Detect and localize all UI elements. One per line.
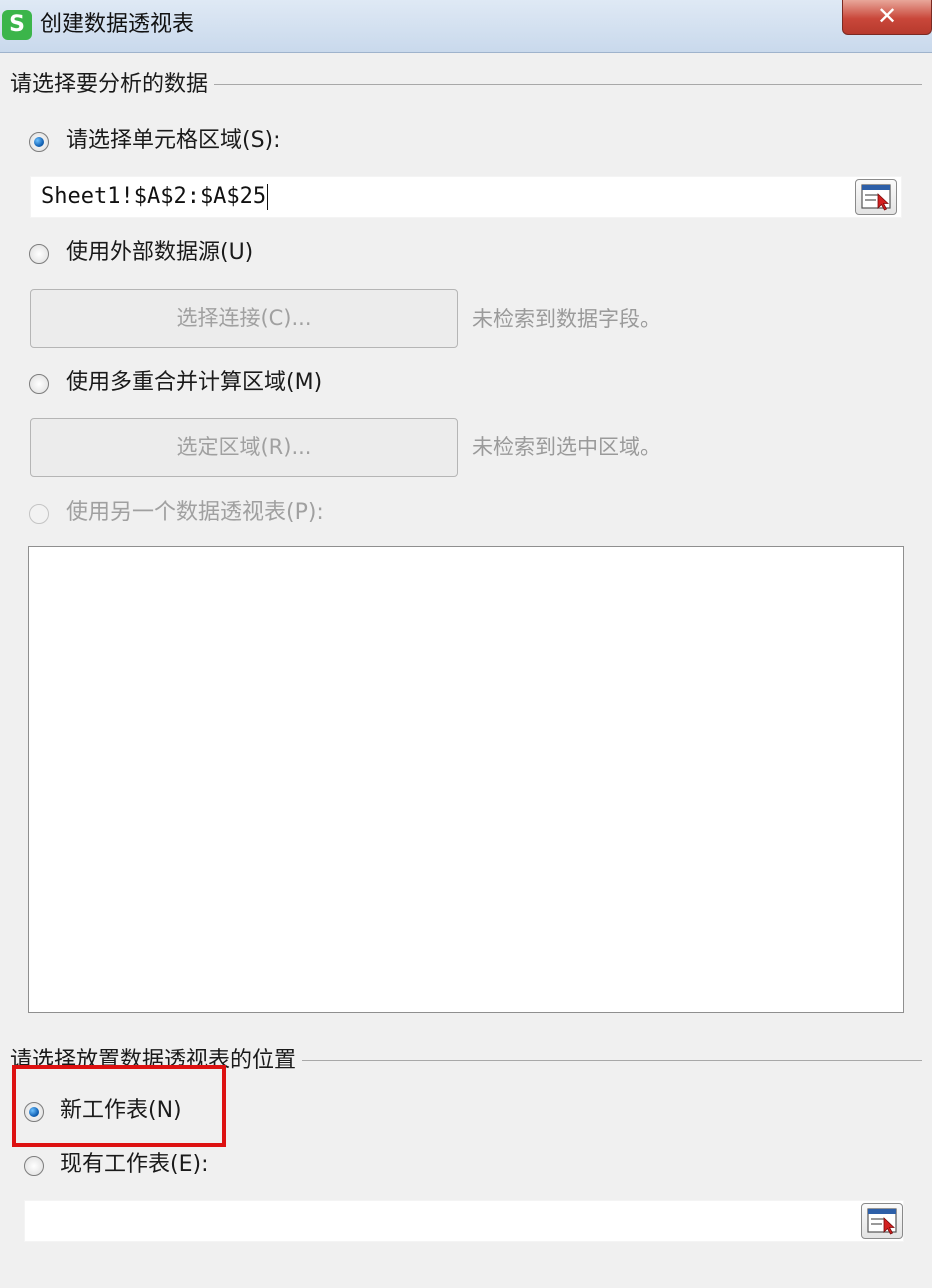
- close-icon: ✕: [876, 2, 898, 30]
- another-pivot-label: 使用另一个数据透视表(P):: [66, 500, 324, 525]
- multiple-consolidation-radio[interactable]: [29, 374, 49, 394]
- existing-worksheet-radio[interactable]: [24, 1156, 44, 1176]
- range-picker-button[interactable]: [855, 179, 897, 215]
- select-range-button[interactable]: 选定区域(R)...: [30, 418, 458, 477]
- window-title: 创建数据透视表: [40, 12, 195, 37]
- cell-range-radio[interactable]: [29, 132, 49, 152]
- external-source-radio[interactable]: [29, 244, 49, 264]
- range-picker-icon: [867, 1208, 897, 1235]
- pivot-table-list[interactable]: [28, 546, 904, 1013]
- new-worksheet-radio[interactable]: [24, 1102, 44, 1122]
- choose-connection-button[interactable]: 选择连接(C)...: [30, 289, 458, 348]
- another-pivot-radio[interactable]: [29, 504, 49, 524]
- new-worksheet-label[interactable]: 新工作表(N): [60, 1096, 182, 1126]
- existing-worksheet-label[interactable]: 现有工作表(E):: [60, 1150, 208, 1180]
- multiple-consolidation-hint: 未检索到选中区域。: [472, 435, 661, 459]
- text-caret: [267, 184, 269, 210]
- external-source-hint: 未检索到数据字段。: [472, 307, 661, 331]
- existing-worksheet-input[interactable]: [24, 1200, 904, 1242]
- app-logo-icon: S: [2, 10, 32, 40]
- cell-range-input[interactable]: Sheet1!$A$2:$A$25: [30, 176, 902, 218]
- close-button[interactable]: ✕: [842, 0, 932, 35]
- cell-range-value: Sheet1!$A$2:$A$25: [41, 184, 267, 209]
- multiple-consolidation-label[interactable]: 使用多重合并计算区域(M): [66, 368, 322, 398]
- external-source-label[interactable]: 使用外部数据源(U): [66, 238, 253, 268]
- title-bar: S 创建数据透视表 ✕: [0, 0, 932, 53]
- cell-range-label[interactable]: 请选择单元格区域(S):: [66, 126, 281, 156]
- range-picker-icon: [861, 184, 891, 211]
- source-section-heading: 请选择要分析的数据: [10, 70, 215, 100]
- existing-range-picker-button[interactable]: [861, 1203, 903, 1239]
